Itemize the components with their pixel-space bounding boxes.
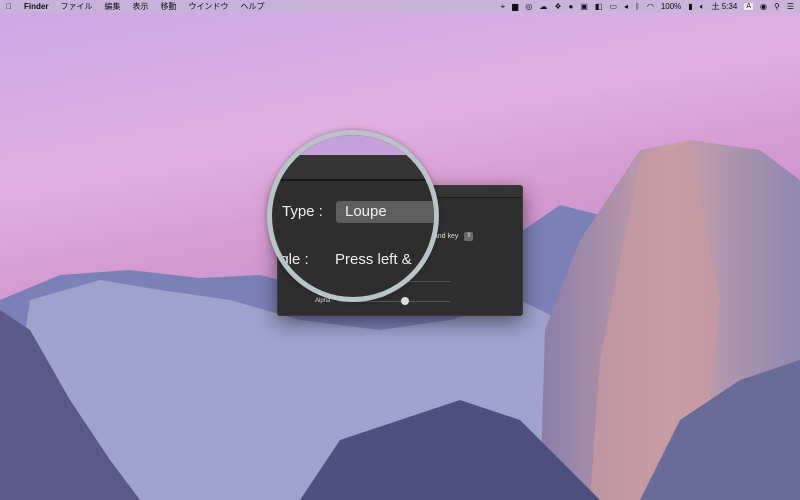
magnifier-loupe: Type : Loupe ggle : Press left & [267, 130, 439, 302]
menu-go[interactable]: 移動 [160, 1, 176, 12]
dropbox-icon[interactable]: ❖ [554, 2, 561, 11]
alpha-slider-knob[interactable] [401, 297, 410, 305]
battery-icon[interactable]: ▮ [688, 2, 692, 11]
apple-menu-icon[interactable]:  [6, 2, 12, 11]
menu-view[interactable]: 表示 [132, 1, 148, 12]
input-method[interactable]: A [744, 3, 753, 10]
type-label: Type : [282, 203, 323, 220]
keyboard-icon[interactable]: ▭ [609, 2, 617, 11]
clock[interactable]: 土 5:34 [712, 1, 738, 12]
menu-app-finder[interactable]: Finder [24, 2, 48, 11]
menu-help[interactable]: ヘルプ [240, 1, 264, 12]
notification-center-icon[interactable]: ☰ [787, 2, 794, 11]
crosshair-icon[interactable]: ⌖ [501, 2, 506, 11]
tag-icon[interactable]: ◂ [624, 2, 628, 11]
menu-edit[interactable]: 編集 [104, 1, 120, 12]
volume-icon[interactable]: 🔈︎ [700, 2, 705, 11]
siri-icon[interactable]: ◉ [760, 2, 767, 11]
square-icon[interactable]: ▣ [580, 2, 588, 11]
creative-cloud-icon[interactable]: ◎ [525, 2, 532, 11]
toggle-value: Press left & [335, 251, 412, 268]
folder-icon[interactable]: ▆ [512, 2, 518, 11]
battery-percent[interactable]: 100% [661, 2, 681, 11]
menu-bar:  Finder ファイル 編集 表示 移動 ウインドウ ヘルプ ⌖ ▆ ◎ ☁… [0, 0, 800, 13]
toggle-label: ggle : [272, 251, 309, 268]
stepper-icon: ⇕ [464, 232, 474, 241]
wifi-icon[interactable]: ◠ [647, 2, 654, 11]
cloud-upload-icon[interactable]: ☁ [539, 2, 547, 11]
spotlight-search-icon[interactable]: ⚲ [774, 2, 780, 11]
windows-icon[interactable]: ◧ [595, 2, 603, 11]
type-select[interactable]: Loupe [336, 201, 434, 223]
bluetooth-icon[interactable]: ᛒ [635, 2, 640, 11]
menu-window[interactable]: ウインドウ [188, 1, 228, 12]
line-icon[interactable]: ● [568, 2, 573, 11]
menu-file[interactable]: ファイル [60, 1, 92, 12]
